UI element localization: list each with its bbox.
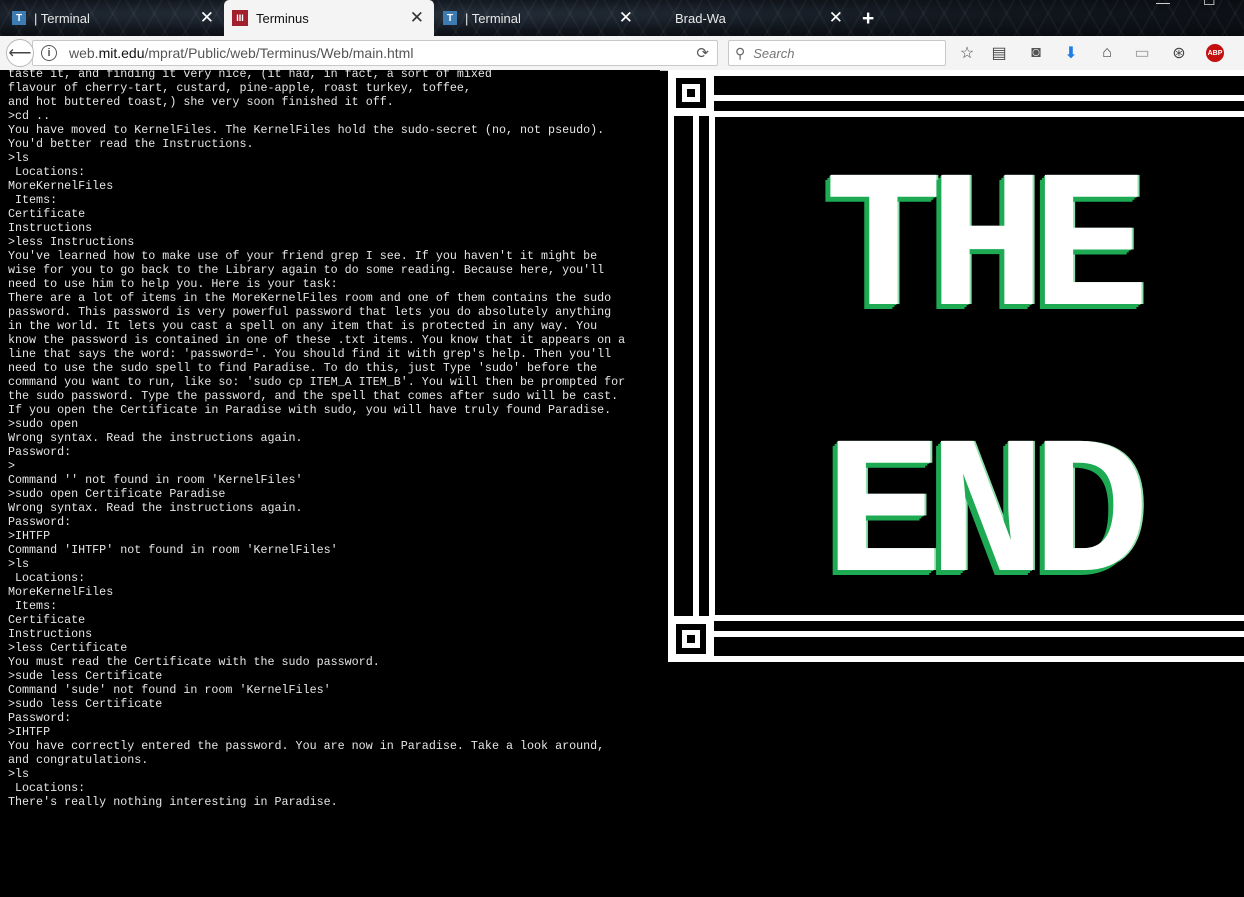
- terminal-output[interactable]: taste it, and finding it very nice, (it …: [0, 70, 660, 897]
- new-tab-plus-icon[interactable]: +: [862, 7, 874, 31]
- terminal-line: Locations:: [8, 781, 86, 795]
- terminal-line: need to use the sudo spell to find Parad…: [8, 361, 598, 375]
- terminal-line: >IHTFP: [8, 529, 51, 543]
- minimize-window-icon[interactable]: —: [1156, 0, 1170, 10]
- terminal-line: You must read the Certificate with the s…: [8, 655, 380, 669]
- terminal-line: >sude less Certificate: [8, 669, 163, 683]
- terminal-line: password. This password is very powerful…: [8, 305, 612, 319]
- terminal-line: in the world. It lets you cast a spell o…: [8, 319, 598, 333]
- terminal-line: need to use him to help you. Here is you…: [8, 277, 338, 291]
- terminal-line: the sudo password. Type the password, an…: [8, 389, 619, 403]
- terminal-line: flavour of cherry-tart, custard, pine-ap…: [8, 81, 471, 95]
- tab-brad-wa[interactable]: Brad-Wa ✕: [675, 0, 853, 36]
- terminal-line: Wrong syntax. Read the instructions agai…: [8, 431, 303, 445]
- terminal-lines: taste it, and finding it very nice, (it …: [8, 70, 625, 809]
- terminal-line: taste it, and finding it very nice, (it …: [8, 70, 492, 81]
- tab-terminal-1[interactable]: T | Terminal ✕: [12, 0, 224, 36]
- terminal-line: Command '' not found in room 'KernelFile…: [8, 473, 303, 487]
- terminal-line: Certificate: [8, 207, 86, 221]
- terminal-line: If you open the Certificate in Paradise …: [8, 403, 612, 417]
- terminal-line: >ls: [8, 767, 30, 781]
- home-icon[interactable]: ⌂: [1097, 43, 1117, 63]
- terminal-line: Items:: [8, 193, 58, 207]
- terminal-line: >IHTFP: [8, 725, 51, 739]
- bookmark-star-icon[interactable]: ☆: [957, 43, 977, 63]
- tab-terminus[interactable]: III Terminus ✕: [224, 0, 434, 36]
- tab-bar: T | Terminal ✕ III Terminus ✕ T | Termin…: [0, 0, 1244, 36]
- terminal-line: and congratulations.: [8, 753, 149, 767]
- terminal-line: command you want to run, like so: 'sudo …: [8, 375, 626, 389]
- terminal-line: Locations:: [8, 165, 86, 179]
- terminal-line: Locations:: [8, 571, 86, 585]
- close-tab-icon[interactable]: ✕: [200, 9, 214, 26]
- terminal-line: MoreKernelFiles: [8, 179, 114, 193]
- terminus-favicon-icon: III: [232, 10, 248, 26]
- terminal-line: You have correctly entered the password.…: [8, 739, 605, 753]
- close-tab-icon[interactable]: ✕: [829, 9, 843, 26]
- terminal-line: Items:: [8, 599, 58, 613]
- terminal-line: Command 'sude' not found in room 'Kernel…: [8, 683, 331, 697]
- end-word: END: [824, 407, 1150, 629]
- terminal-line: Password:: [8, 515, 72, 529]
- screenshot-icon[interactable]: ▭: [1132, 43, 1152, 63]
- terminal-line: >ls: [8, 557, 30, 571]
- terminal-line: wise for you to go back to the Library a…: [8, 263, 605, 277]
- terminal-favicon-icon: T: [12, 11, 26, 25]
- terminal-line: >sudo open: [8, 417, 79, 431]
- the-word: THE: [824, 141, 1150, 363]
- back-arrow-icon[interactable]: ⟵: [6, 39, 34, 67]
- terminal-line: There's really nothing interesting in Pa…: [8, 795, 338, 809]
- terminal-line: Instructions: [8, 627, 93, 641]
- maximize-window-icon[interactable]: ☐: [1203, 0, 1216, 9]
- terminal-line: >: [8, 459, 16, 473]
- tab-terminal-2[interactable]: T | Terminal ✕: [443, 0, 643, 36]
- terminal-line: Instructions: [8, 221, 93, 235]
- close-tab-icon[interactable]: ✕: [410, 9, 424, 26]
- terminal-line: You have moved to KernelFiles. The Kerne…: [8, 123, 605, 137]
- adblock-plus-icon[interactable]: ABP: [1206, 44, 1224, 62]
- pocket-icon[interactable]: ◙: [1026, 43, 1046, 63]
- sync-icon[interactable]: ⊛: [1169, 43, 1189, 63]
- terminal-line: >sudo less Certificate: [8, 697, 163, 711]
- terminal-line: MoreKernelFiles: [8, 585, 114, 599]
- reader-list-icon[interactable]: ▤: [989, 43, 1009, 63]
- search-input[interactable]: [751, 44, 936, 62]
- url-text[interactable]: web.mit.edu/mprat/Public/web/Terminus/We…: [69, 45, 413, 61]
- download-arrow-icon[interactable]: ⬇: [1061, 43, 1081, 63]
- tab-label: Terminus: [256, 10, 309, 26]
- tab-label: | Terminal: [34, 10, 90, 26]
- close-tab-icon[interactable]: ✕: [619, 9, 633, 26]
- the-end-image: THE END: [668, 70, 1244, 662]
- terminal-line: know the password is contained in one of…: [8, 333, 626, 347]
- address-bar[interactable]: i web.mit.edu/mprat/Public/web/Terminus/…: [32, 40, 718, 66]
- terminal-line: Wrong syntax. Read the instructions agai…: [8, 501, 303, 515]
- tab-label: Brad-Wa: [675, 10, 726, 26]
- terminal-line: >cd ..: [8, 109, 51, 123]
- terminal-line: You'd better read the Instructions.: [8, 137, 254, 151]
- terminal-line: Password:: [8, 711, 72, 725]
- terminal-line: Certificate: [8, 613, 86, 627]
- terminal-line: >less Instructions: [8, 235, 135, 249]
- terminal-line: You've learned how to make use of your f…: [8, 249, 598, 263]
- terminal-line: There are a lot of items in the MoreKern…: [8, 291, 612, 305]
- search-box[interactable]: ⚲: [728, 40, 946, 66]
- reload-icon[interactable]: ⟳: [696, 44, 709, 62]
- navigation-bar: i web.mit.edu/mprat/Public/web/Terminus/…: [0, 36, 1244, 71]
- terminal-line: >sudo open Certificate Paradise: [8, 487, 226, 501]
- terminal-favicon-icon: T: [443, 11, 457, 25]
- terminal-line: >less Certificate: [8, 641, 128, 655]
- terminal-line: and hot buttered toast,) she very soon f…: [8, 95, 394, 109]
- tab-label: | Terminal: [465, 10, 521, 26]
- terminal-line: >ls: [8, 151, 30, 165]
- terminal-line: Command 'IHTFP' not found in room 'Kerne…: [8, 543, 338, 557]
- terminal-line: line that says the word: 'password='. Yo…: [8, 347, 612, 361]
- search-icon: ⚲: [735, 44, 746, 61]
- site-info-icon[interactable]: i: [41, 45, 57, 61]
- terminal-line: Password:: [8, 445, 72, 459]
